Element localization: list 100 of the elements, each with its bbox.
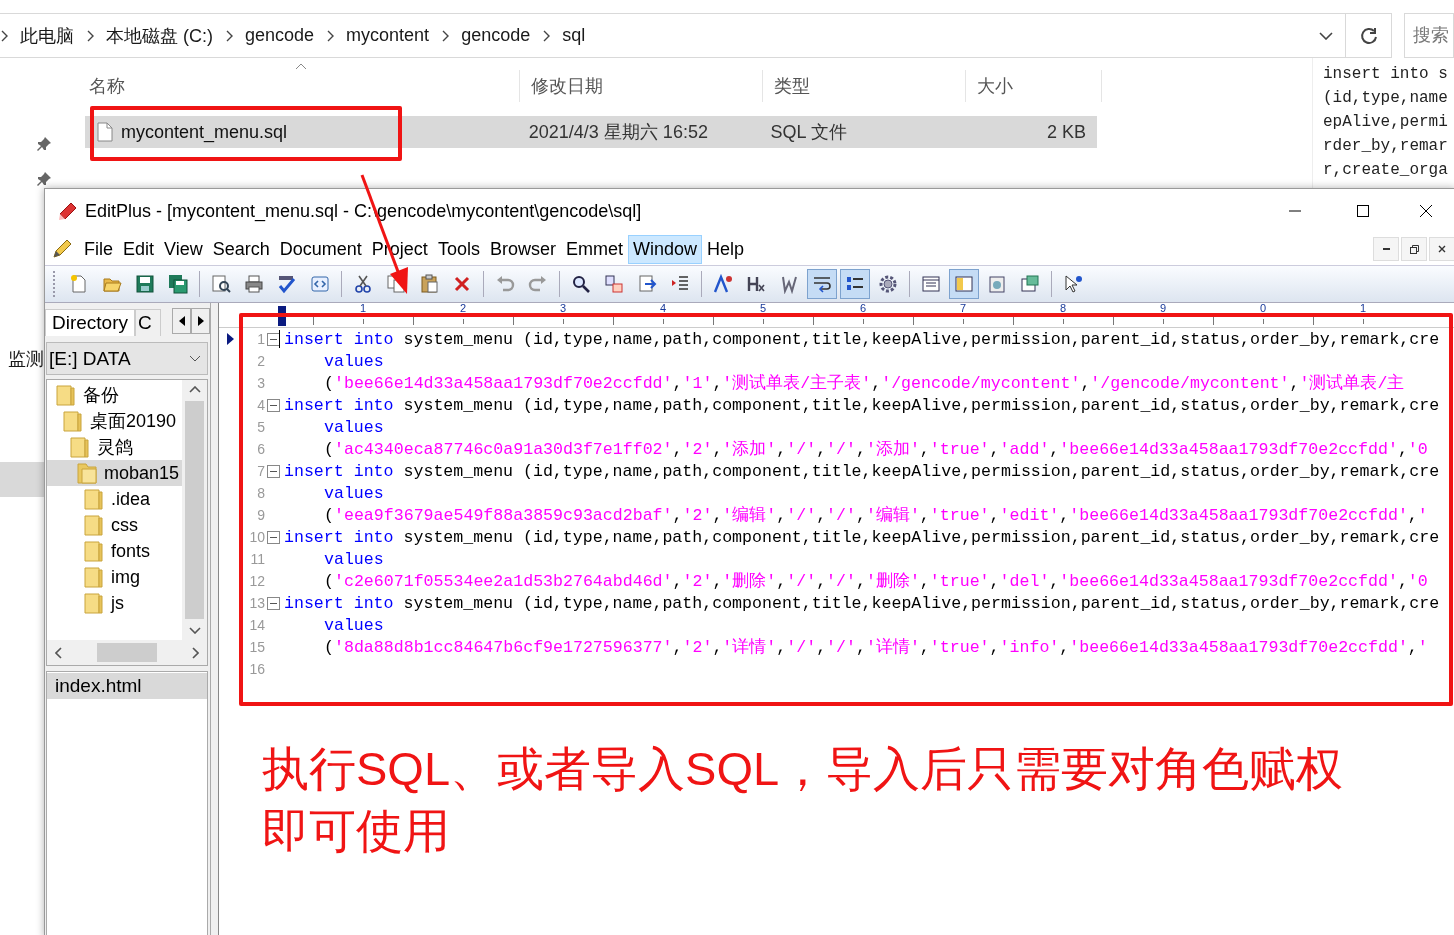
menu-item[interactable]: Help [701, 234, 749, 264]
new-file-icon [69, 274, 89, 294]
row-highlight [0, 462, 44, 497]
chevron-down-icon[interactable] [1319, 31, 1333, 40]
menu-item[interactable]: File [79, 234, 118, 264]
scissors-icon [353, 274, 373, 294]
tree-item[interactable]: moban15 [47, 460, 182, 486]
address-bar[interactable]: 此电脑 本地磁盘 (C:) gencode mycontent gencode sql [0, 13, 1346, 58]
ruler-number: 9 [1159, 303, 1167, 314]
breadcrumb-item[interactable]: 本地磁盘 (C:) [106, 23, 213, 48]
tab[interactable]: Directory [45, 309, 135, 336]
menu-item[interactable]: Edit [118, 234, 160, 264]
cursor-marker [278, 306, 286, 326]
folder-icon [55, 383, 77, 407]
code-line: values [323, 615, 384, 635]
file-name: mycontent_menu.sql [121, 121, 288, 143]
minimize-icon [1382, 248, 1390, 250]
sidebar-icon [954, 274, 974, 294]
restore-button[interactable] [1401, 237, 1427, 261]
tab[interactable]: C [135, 309, 161, 336]
breadcrumb-item[interactable]: mycontent [346, 25, 430, 46]
fold-icon[interactable] [266, 464, 280, 478]
breadcrumb-item[interactable]: sql [562, 25, 586, 46]
restore-icon [1409, 244, 1419, 254]
ruler-number: 1 [1359, 303, 1367, 314]
column-header[interactable]: 修改日期 [520, 70, 763, 102]
column-header[interactable]: 大小 [966, 70, 1102, 102]
menu-item[interactable]: Window [627, 234, 702, 264]
save-icon [135, 274, 155, 294]
file-row[interactable]: mycontent_menu.sql 2021/4/3 星期六 16:52 SQL 文件 2 KB [85, 116, 1097, 148]
line-number: 13 [248, 595, 266, 611]
code-line: ('ac4340eca87746c0a91a30d3f7e1ff02','2','添加','/','/','添加','true','add','bee66e14d33a458aa1793df70e2ccfdd','0 [323, 438, 1428, 460]
code-line: insert into system_menu (id,type,name,path,component,title,keepAlive,permission,parent_id,status,order_by,remark,cre [283, 395, 1440, 415]
folder-icon [69, 435, 91, 459]
tree-item[interactable]: 灵鸽 [47, 434, 182, 460]
tree-item[interactable]: js [47, 590, 182, 616]
pin-icon[interactable] [36, 171, 52, 187]
tree-item[interactable]: 备份 [47, 382, 182, 408]
code-line: ('eea9f3679ae549f88a3859c93acd2baf','2','编辑','/','/','编辑','true','edit','bee66e14d33a458aa1793df70e2ccfdd',' [323, 504, 1428, 526]
ruler-number: 0 [1259, 303, 1267, 314]
breadcrumb-item[interactable]: gencode [461, 25, 531, 46]
scrollbar[interactable] [182, 380, 207, 640]
line-number: 2 [256, 353, 266, 369]
ruler-number: 8 [1059, 303, 1067, 314]
drive-dropdown[interactable]: [E:] DATA [46, 342, 208, 375]
menu-item[interactable]: Search [207, 234, 275, 264]
code-line: insert into system_menu (id,type,name,path,component,title,keepAlive,permission,parent_id,status,order_by,remark,cre [283, 461, 1440, 481]
scroll-right-button[interactable] [191, 308, 210, 334]
fold-icon[interactable] [266, 332, 280, 346]
code-line: values [323, 483, 384, 503]
nav-item[interactable]: 监测 [0, 347, 44, 371]
menu-item[interactable]: Tools [432, 234, 485, 264]
scroll-left-button[interactable] [172, 308, 191, 334]
browser-icon [310, 274, 330, 294]
line-number: 3 [256, 375, 266, 391]
panel-icon [921, 274, 941, 294]
tree-item[interactable]: .idea [47, 486, 182, 512]
column-header[interactable]: 类型 [763, 70, 966, 102]
chevron-down-icon [189, 355, 201, 362]
menu-item[interactable]: Emmet [560, 234, 628, 264]
code-line: values [323, 417, 384, 437]
refresh-icon [1359, 26, 1378, 45]
search-field[interactable]: 搜索 [1404, 13, 1454, 58]
fold-icon[interactable] [266, 398, 280, 412]
breadcrumb-item[interactable]: 此电脑 [20, 23, 74, 48]
menu-item[interactable]: Document [274, 234, 367, 264]
tree-item[interactable]: css [47, 512, 182, 538]
open-folder-icon [76, 461, 98, 485]
preview-line: epAlive,permi [1323, 112, 1449, 133]
column-header[interactable]: 名称 [85, 70, 520, 102]
fold-icon[interactable] [266, 596, 280, 610]
menu-item[interactable]: Browser [484, 234, 561, 264]
line-number: 14 [248, 617, 266, 633]
modified-date: 2021/4/3 星期六 16:52 [527, 121, 709, 144]
breadcrumb-item[interactable]: gencode [245, 25, 315, 46]
toolbar-button[interactable] [840, 269, 870, 299]
menu-item[interactable]: View [159, 234, 208, 264]
pin-icon[interactable] [36, 136, 52, 152]
code-line: ('c2e6071f05534ee2a1d53b2764abd46d','2','删除','/','/','删除','true','del','bee66e14d33a458aa1793df70e2ccfdd','0 [323, 570, 1428, 592]
settings-icon [878, 274, 898, 294]
file-list-item[interactable]: index.html [47, 673, 207, 699]
tree-item[interactable]: 桌面20190 [47, 408, 182, 434]
folder-icon [83, 487, 105, 511]
scrollbar[interactable] [47, 640, 207, 665]
line-number: 16 [248, 661, 266, 677]
refresh-button[interactable] [1346, 13, 1392, 58]
minimize-button[interactable] [1373, 237, 1399, 261]
goto-icon [637, 274, 657, 294]
app-icon [57, 200, 79, 222]
line-number: 7 [256, 463, 266, 479]
ruler-number: 2 [459, 303, 467, 314]
line-number: 10 [248, 529, 266, 545]
fold-icon[interactable] [266, 530, 280, 544]
chevron-down-icon [188, 627, 201, 634]
code-line: ('bee66e14d33a458aa1793df70e2ccfdd','1','测试单表/主子表','/gencode/mycontent','/gencode/mycontent','测试单表/主 [323, 372, 1405, 394]
chevron-up-icon [188, 386, 201, 393]
italic-icon [779, 274, 799, 294]
tree-item[interactable]: fonts [47, 538, 182, 564]
tree-item[interactable]: img [47, 564, 182, 590]
triangle-left-icon [178, 316, 185, 326]
